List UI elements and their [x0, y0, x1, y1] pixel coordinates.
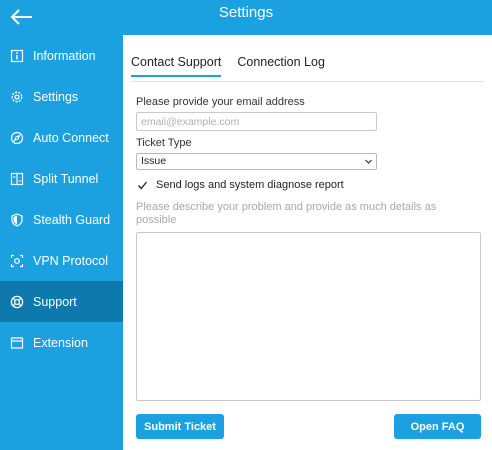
tab-bar: Contact Support Connection Log: [131, 55, 341, 77]
tab-contact-support[interactable]: Contact Support: [131, 55, 222, 77]
sidebar-item-settings[interactable]: Settings: [0, 76, 123, 117]
sidebar-item-stealth-guard[interactable]: Stealth Guard: [0, 199, 123, 240]
info-icon: [10, 49, 24, 63]
page-title: Settings: [218, 4, 274, 21]
tab-divider: [131, 81, 484, 82]
sidebar-item-auto-connect[interactable]: Auto Connect: [0, 117, 123, 158]
tab-connection-log[interactable]: Connection Log: [237, 55, 325, 77]
title-bar: Settings: [0, 0, 492, 35]
sidebar-item-label: Auto Connect: [33, 130, 109, 145]
gear-icon: [10, 90, 24, 104]
support-panel: Contact Support Connection Log Please pr…: [123, 35, 492, 450]
sidebar-item-information[interactable]: Information: [0, 35, 123, 76]
lifebuoy-icon: [10, 295, 24, 309]
sidebar-item-label: Extension: [33, 335, 88, 350]
sidebar-item-label: Stealth Guard: [33, 212, 111, 227]
open-faq-button[interactable]: Open FAQ: [394, 414, 481, 439]
ticket-type-value: Issue: [141, 155, 167, 167]
ticket-type-select[interactable]: Issue: [136, 153, 377, 170]
send-logs-checkbox-row[interactable]: Send logs and system diagnose report: [136, 177, 344, 193]
chevron-down-icon: [364, 157, 373, 166]
sidebar-item-label: VPN Protocol: [33, 253, 109, 268]
email-label: Please provide your email address: [136, 96, 305, 108]
shield-icon: [10, 212, 24, 227]
send-logs-label: Send logs and system diagnose report: [156, 179, 344, 191]
description-label: Please describe your problem and provide…: [136, 201, 437, 226]
sidebar-item-label: Split Tunnel: [33, 171, 99, 186]
checkmark-icon: [137, 181, 147, 189]
sidebar-item-vpn-protocol[interactable]: VPN Protocol: [0, 240, 123, 281]
sidebar-item-label: Settings: [33, 89, 79, 104]
sidebar-item-label: Information: [33, 48, 96, 63]
protocol-icon: [10, 254, 24, 268]
sidebar-item-extension[interactable]: Extension: [0, 322, 123, 363]
sidebar-item-support[interactable]: Support: [0, 281, 123, 322]
split-tunnel-icon: [10, 172, 24, 186]
sidebar: Information Settings Auto Connect Split …: [0, 35, 123, 450]
description-textarea[interactable]: [136, 232, 481, 401]
auto-connect-icon: [10, 131, 24, 145]
email-field[interactable]: [136, 112, 377, 131]
browser-window-icon: [10, 336, 24, 350]
ticket-type-label: Ticket Type: [136, 137, 192, 149]
send-logs-checkbox[interactable]: [136, 179, 148, 191]
submit-ticket-button[interactable]: Submit Ticket: [136, 414, 224, 439]
sidebar-item-split-tunnel[interactable]: Split Tunnel: [0, 158, 123, 199]
sidebar-item-label: Support: [33, 294, 77, 309]
